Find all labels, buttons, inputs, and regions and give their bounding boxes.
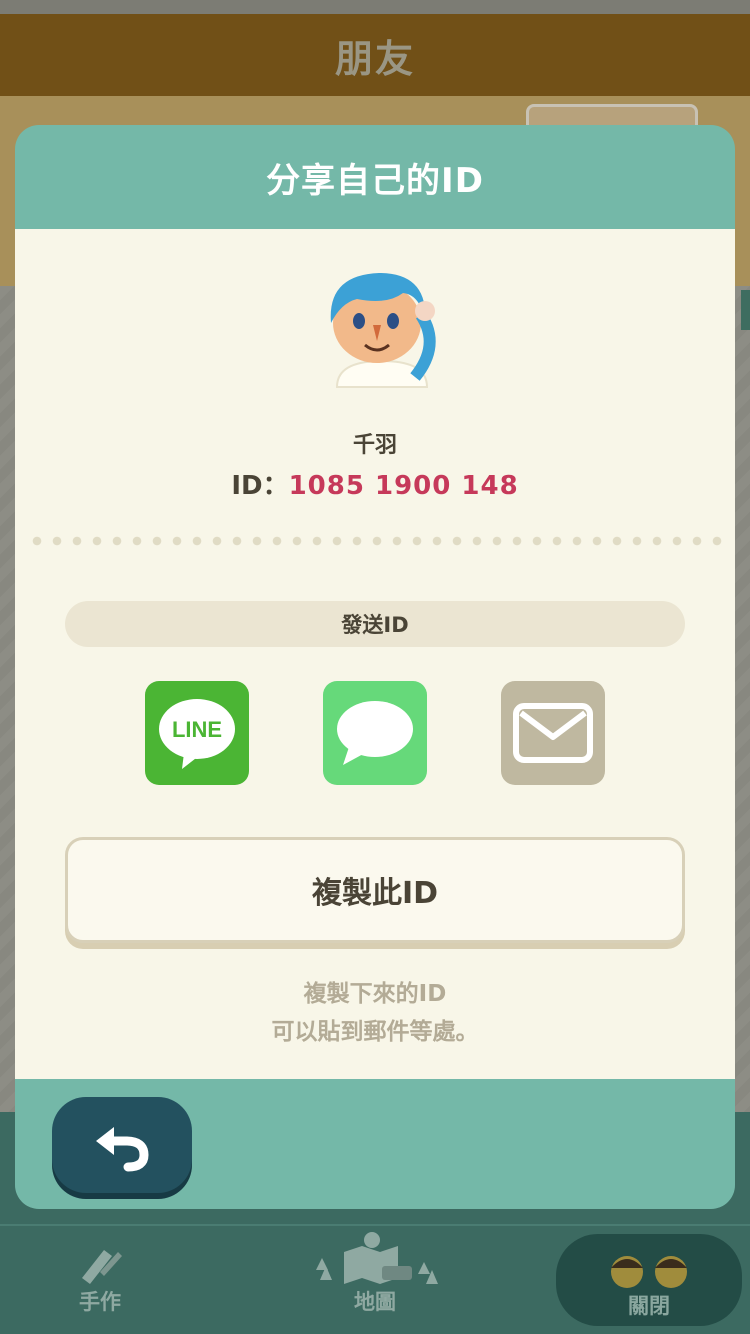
speech-bubble-icon xyxy=(337,701,413,765)
line-icon: LINE xyxy=(159,699,235,769)
copy-id-button[interactable]: 複製此ID xyxy=(65,837,685,943)
copy-hint-line2: 可以貼到郵件等處。 xyxy=(271,1019,479,1045)
share-mail-button[interactable] xyxy=(501,681,605,785)
hammer-saw-icon xyxy=(82,1250,122,1284)
friends-icon xyxy=(611,1256,687,1288)
envelope-icon xyxy=(513,703,593,763)
player-id-value: 1085 1900 148 xyxy=(288,471,519,501)
map-icon xyxy=(316,1232,438,1284)
dotted-divider xyxy=(27,536,723,546)
player-id-label: ID： xyxy=(231,471,289,501)
share-line-button[interactable]: LINE xyxy=(145,681,249,785)
nav-label-close: 關閉 xyxy=(628,1294,670,1318)
player-avatar xyxy=(330,273,436,388)
nav-item-map[interactable]: 地圖 xyxy=(300,1228,450,1328)
status-strip xyxy=(0,0,750,14)
copy-hint: 複製下來的ID 可以貼到郵件等處。 xyxy=(15,975,735,1051)
nav-item-close[interactable]: 關閉 xyxy=(556,1234,742,1326)
nav-item-craft[interactable]: 手作 xyxy=(40,1228,160,1328)
app-header-title: 朋友 xyxy=(334,36,415,81)
app-header: 朋友 xyxy=(0,14,750,96)
line-icon-text: LINE xyxy=(172,717,222,742)
copy-hint-line1: 複製下來的ID xyxy=(303,981,447,1007)
send-id-heading: 發送ID xyxy=(65,601,685,647)
share-messages-button[interactable] xyxy=(323,681,427,785)
share-id-dialog: 分享自己的ID 千羽 ID：1085 1900 148 發送ID LINE 複製… xyxy=(15,125,735,1209)
back-button[interactable] xyxy=(52,1097,192,1193)
player-name: 千羽 xyxy=(352,433,397,458)
dialog-title: 分享自己的ID xyxy=(266,160,484,201)
player-id: ID：1085 1900 148 xyxy=(15,465,735,502)
background-scrollbar xyxy=(741,290,750,330)
dialog-body: 千羽 ID：1085 1900 148 發送ID LINE 複製此ID 複製下來… xyxy=(15,229,735,1079)
nav-label-map: 地圖 xyxy=(354,1290,396,1314)
back-arrow-icon xyxy=(96,1127,149,1172)
nav-label-craft: 手作 xyxy=(79,1290,121,1314)
